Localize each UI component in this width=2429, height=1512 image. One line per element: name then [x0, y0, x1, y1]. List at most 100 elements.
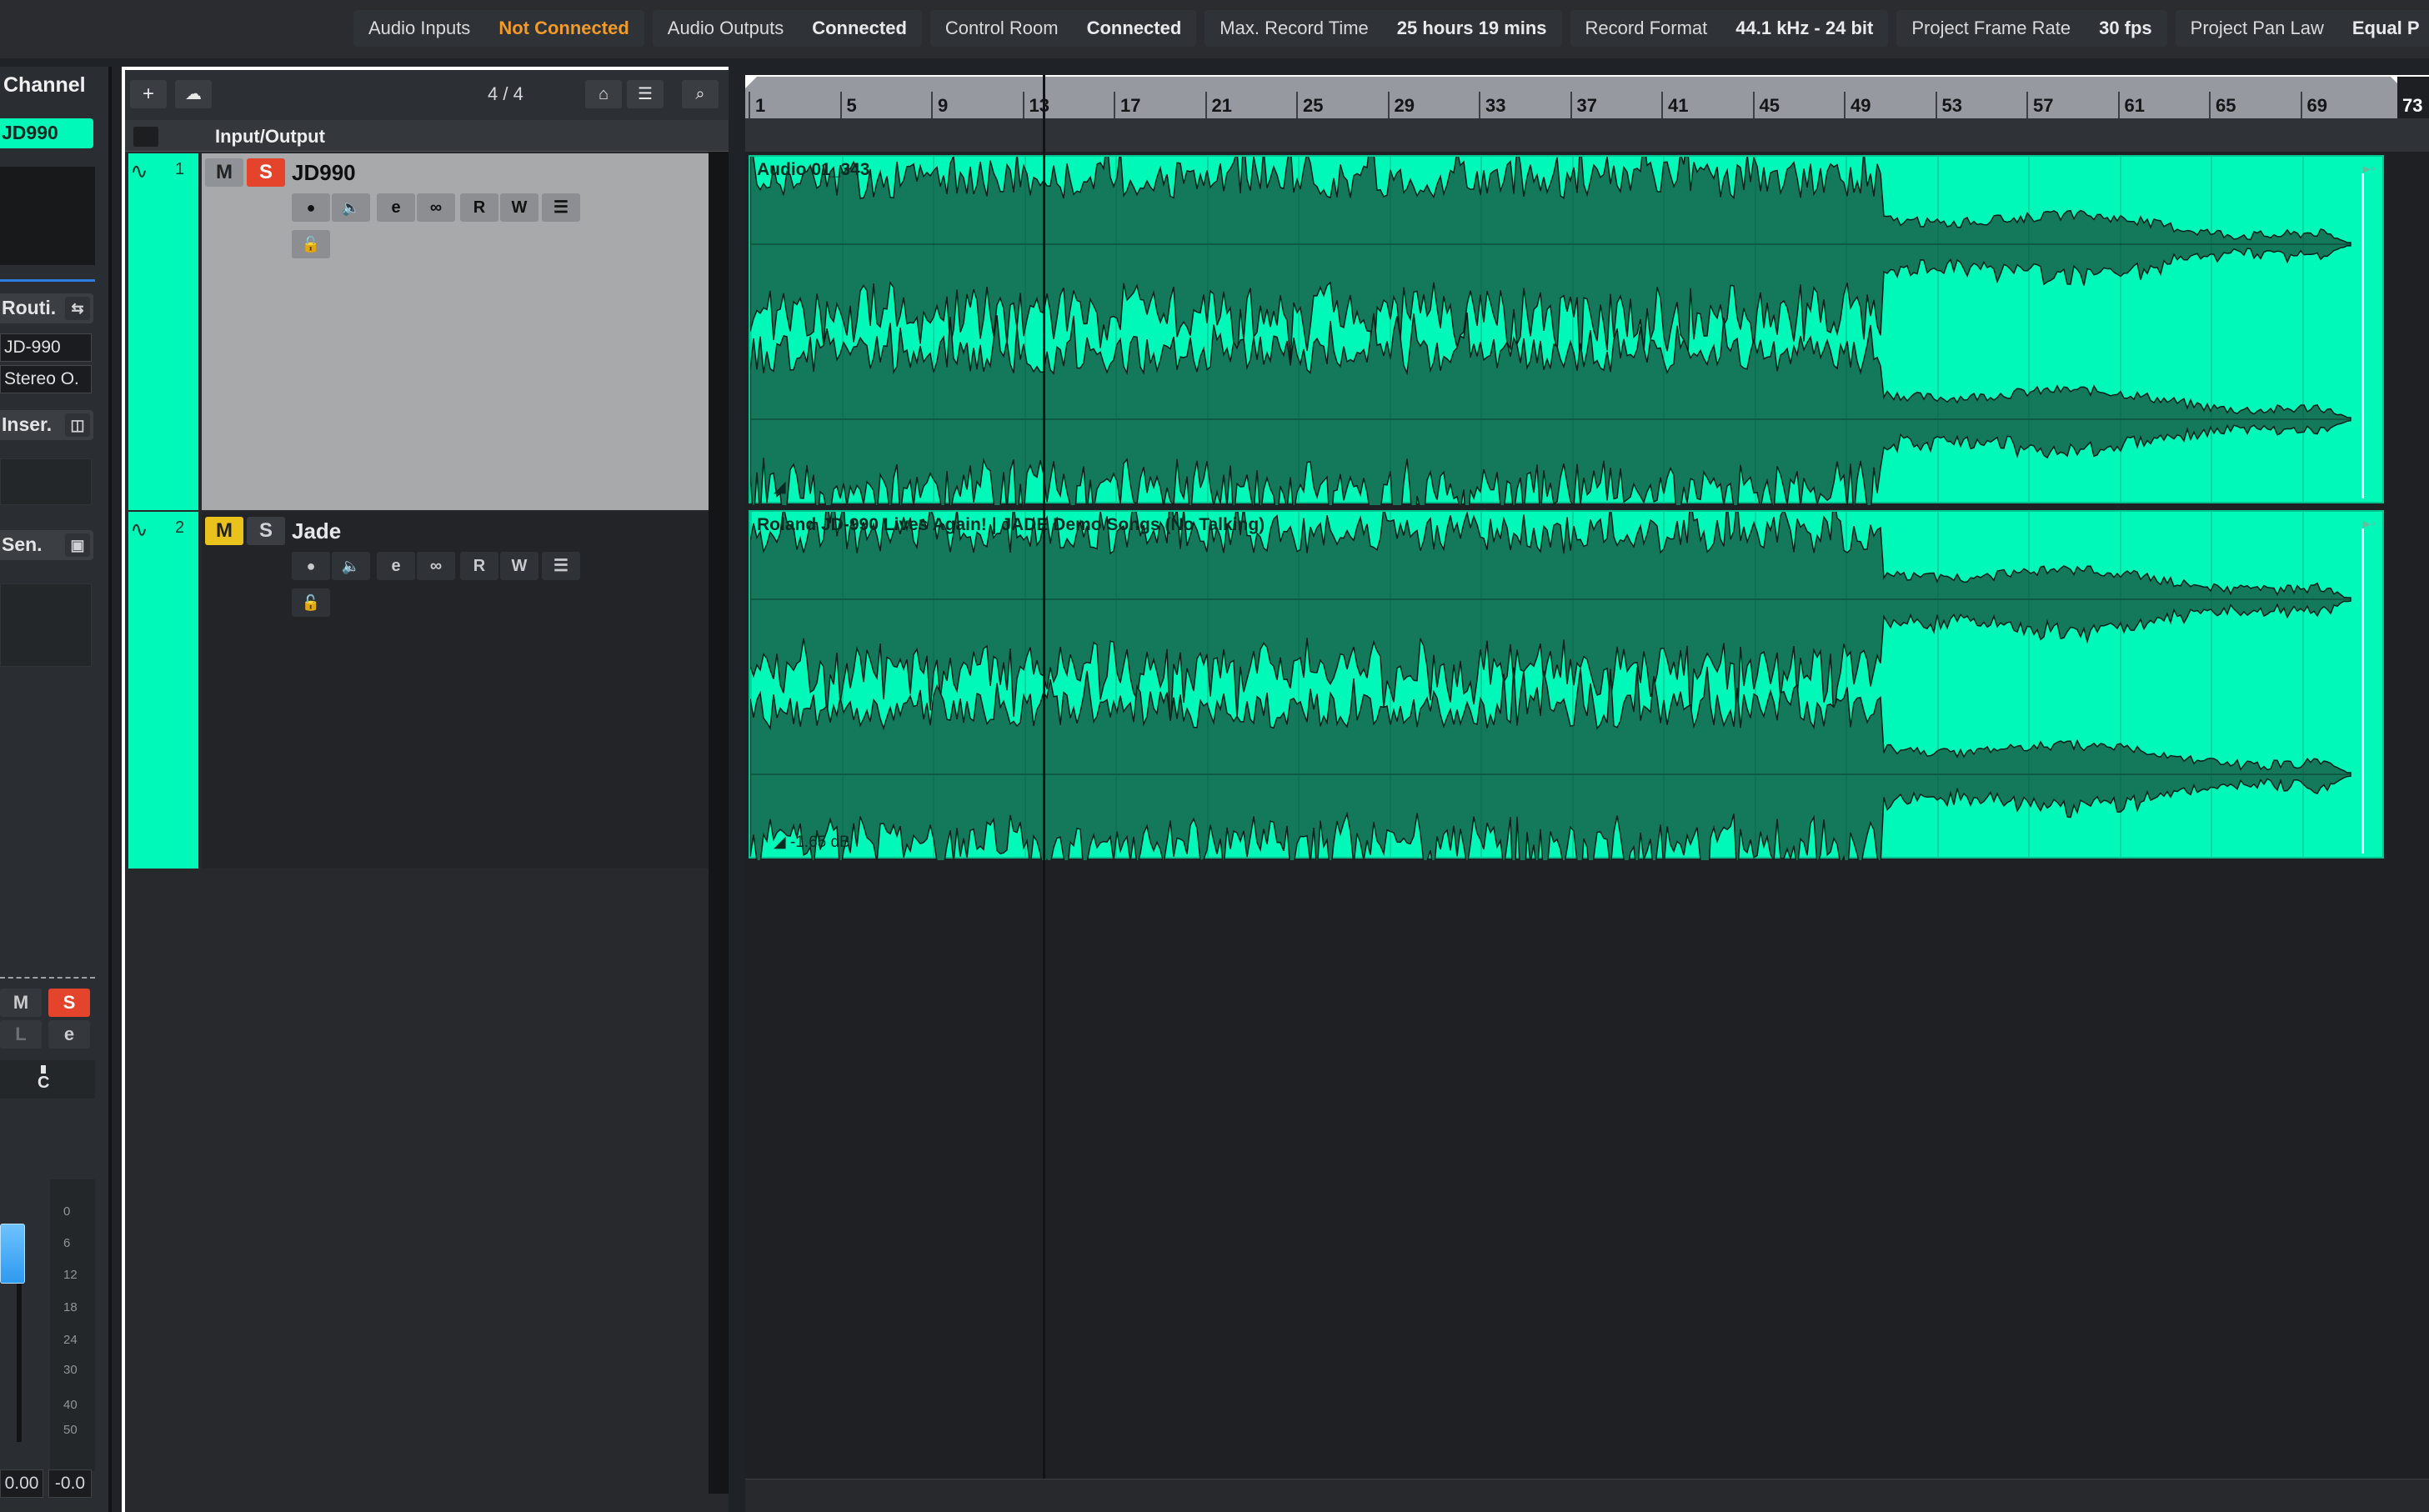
- inspector-mute-button[interactable]: M: [0, 989, 42, 1017]
- status-item[interactable]: Max. Record Time 25 hours 19 mins: [1204, 10, 1562, 47]
- fade-handle-icon[interactable]: ▸◦: [2363, 160, 2376, 178]
- horizontal-scrollbar[interactable]: [745, 1479, 2429, 1512]
- status-item[interactable]: Project Pan Law Equal P: [2175, 10, 2429, 47]
- track-edit-button[interactable]: e: [377, 552, 415, 580]
- track-write-button[interactable]: W: [500, 193, 538, 222]
- track-read-button[interactable]: R: [460, 193, 498, 222]
- project-start-marker: [745, 77, 757, 88]
- status-item[interactable]: Control Room Connected: [929, 10, 1197, 47]
- fade-handle-icon[interactable]: ▸◦: [2363, 515, 2376, 533]
- cloud-icon[interactable]: ☁: [175, 80, 212, 108]
- status-item[interactable]: Record Format 44.1 kHz - 24 bit: [1570, 10, 1889, 47]
- fader-scale-label: 30: [63, 1363, 78, 1377]
- folder-icon[interactable]: [133, 127, 158, 147]
- status-value: Connected: [812, 18, 907, 38]
- ruler-bar-label: 1: [755, 95, 766, 116]
- status-item[interactable]: Audio Outputs Connected: [652, 10, 922, 47]
- volume-value-field[interactable]: 0.00: [0, 1469, 43, 1498]
- inspector-listen-button[interactable]: L: [0, 1020, 42, 1049]
- status-item[interactable]: Audio Inputs Not Connected: [353, 10, 644, 47]
- event-area[interactable]: Audio 01_343 ▸◦ ◢ Roland JD-990 Lives Ag…: [745, 152, 2429, 1485]
- ruler-bar-label: 57: [2033, 95, 2054, 116]
- inspector-edit-button[interactable]: e: [48, 1020, 90, 1049]
- ruler-tick: [1752, 92, 1755, 118]
- grid-line: [1024, 512, 1026, 857]
- sends-section-header[interactable]: Sen. ▣: [0, 530, 93, 560]
- status-item[interactable]: Project Frame Rate 30 fps: [1896, 10, 2167, 47]
- ruler-bar-label: 45: [1759, 95, 1780, 116]
- timeline-ruler[interactable]: 1 5 9 13 17 21 25 29 33 37 41 45 49 53 57 61 65 69 73: [745, 75, 2429, 120]
- home-icon[interactable]: ⌂: [585, 80, 622, 108]
- search-icon[interactable]: ⌕: [682, 80, 719, 108]
- event-volume[interactable]: ◢ -1.65 dB: [774, 833, 850, 852]
- routing-section-header[interactable]: Routi. ⇆: [0, 293, 93, 323]
- status-value: 44.1 kHz - 24 bit: [1735, 18, 1874, 38]
- lock-icon[interactable]: 🔓: [292, 588, 330, 617]
- ruler-bar-label: 41: [1668, 95, 1689, 116]
- inspector-write-button[interactable]: W: [48, 1509, 90, 1512]
- volume-fader-handle[interactable]: [0, 1224, 25, 1284]
- ruler-tick: [1204, 92, 1207, 118]
- monitor-icon[interactable]: 🔈: [332, 552, 370, 580]
- audio-event-2[interactable]: Roland JD-990 Lives Again! | JADE Demo S…: [749, 510, 2384, 860]
- track-mute-button[interactable]: M: [205, 158, 243, 187]
- grid-line: [1936, 157, 1939, 502]
- track-solo-button[interactable]: S: [247, 517, 285, 545]
- channel-name-field[interactable]: JD990: [0, 118, 93, 148]
- inserts-section-header[interactable]: Inser. ◫: [0, 410, 93, 440]
- status-label: Project Pan Law: [2190, 18, 2324, 38]
- lock-icon[interactable]: 🔓: [292, 230, 330, 258]
- track-settings-icon[interactable]: ☰: [542, 193, 580, 222]
- playhead-cursor[interactable]: [1043, 75, 1045, 1512]
- track-solo-button[interactable]: S: [247, 158, 285, 187]
- pan-control[interactable]: C: [0, 1060, 95, 1099]
- status-value: Not Connected: [498, 18, 629, 38]
- track-list-scrollbar[interactable]: [709, 152, 729, 1494]
- inspector-solo-button[interactable]: S: [48, 989, 90, 1017]
- inspector-read-button[interactable]: R: [0, 1509, 42, 1512]
- track-name[interactable]: JD990: [292, 160, 356, 186]
- record-enable-icon[interactable]: ●: [292, 193, 330, 222]
- list-view-icon[interactable]: ☰: [627, 80, 664, 108]
- event-name: Audio 01_343: [757, 160, 870, 179]
- track-mute-button[interactable]: M: [205, 517, 243, 545]
- status-label: Control Room: [944, 18, 1059, 38]
- grid-line: [1298, 157, 1300, 502]
- track-header[interactable]: M S JD990 ● 🔈 e ∞ R W ☰ 🔓: [202, 153, 709, 510]
- link-icon[interactable]: ∞: [417, 193, 455, 222]
- audio-event-1[interactable]: Audio 01_343 ▸◦ ◢: [749, 155, 2384, 505]
- folder-header[interactable]: Input/Output: [125, 120, 729, 152]
- sends-icon[interactable]: ▣: [65, 533, 90, 557]
- track-read-button[interactable]: R: [460, 552, 498, 580]
- track-edit-button[interactable]: e: [377, 193, 415, 222]
- inserts-slot-area[interactable]: [0, 458, 92, 505]
- track-row-2[interactable]: ∿ 2 M S Jade ● 🔈 e ∞ R W ☰ 🔓: [125, 512, 709, 869]
- track-settings-icon[interactable]: ☰: [542, 552, 580, 580]
- marker-ruler[interactable]: [745, 118, 2429, 152]
- routing-input-select[interactable]: JD-990: [0, 333, 92, 362]
- track-name[interactable]: Jade: [292, 518, 341, 544]
- grid-line: [1754, 157, 1756, 502]
- ruler-bar-label: 61: [2124, 95, 2145, 116]
- event-volume[interactable]: ◢: [774, 478, 786, 497]
- status-label: Project Frame Rate: [1911, 18, 2071, 38]
- ruler-tick: [931, 92, 933, 118]
- pan-value-field[interactable]: -0.0: [48, 1469, 92, 1498]
- link-icon[interactable]: ∞: [417, 552, 455, 580]
- track-row-1[interactable]: ∿ 1 M S JD990 ● 🔈 e ∞ R W ☰ 🔓: [125, 153, 709, 510]
- inserts-icon[interactable]: ◫: [65, 413, 90, 437]
- routing-icon[interactable]: ⇆: [65, 297, 90, 320]
- track-write-button[interactable]: W: [500, 552, 538, 580]
- record-enable-icon[interactable]: ●: [292, 552, 330, 580]
- status-items: Audio Inputs Not Connected Audio Outputs Co…: [353, 10, 2429, 47]
- add-track-icon[interactable]: +: [130, 80, 167, 108]
- monitor-icon[interactable]: 🔈: [332, 193, 370, 222]
- sends-slot-area[interactable]: [0, 583, 92, 667]
- inspector-title: Channel: [3, 73, 86, 97]
- fader-scale: 0 6 12 18 24 30 40 50: [50, 1179, 95, 1471]
- ruler-bar-label: 17: [1120, 95, 1141, 116]
- track-header[interactable]: M S Jade ● 🔈 e ∞ R W ☰ 🔓: [202, 512, 709, 869]
- routing-output-select[interactable]: Stereo O.: [0, 365, 92, 393]
- grid-line: [1115, 157, 1117, 502]
- fader-scale-label: 6: [63, 1236, 71, 1250]
